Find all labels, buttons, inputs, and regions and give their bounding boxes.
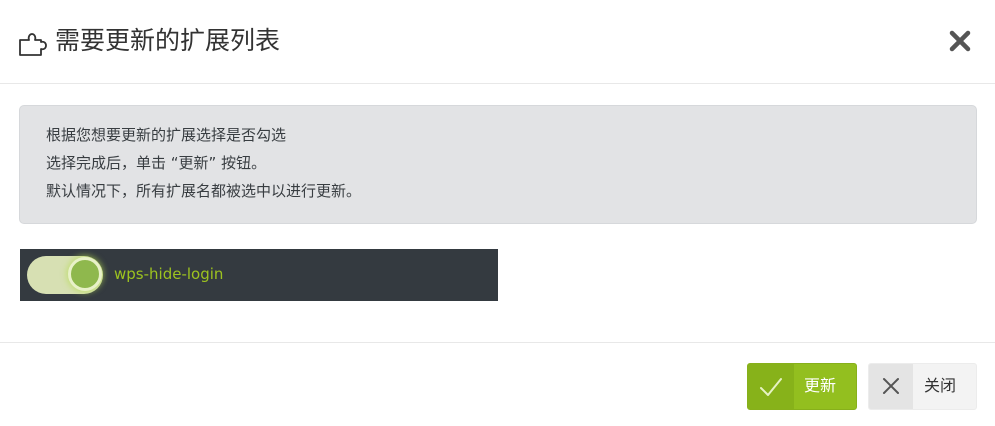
close-icon[interactable]	[944, 25, 976, 57]
update-button-label: 更新	[804, 376, 837, 395]
toggle-knob	[68, 257, 102, 291]
dialog-title: 需要更新的扩展列表	[55, 26, 281, 55]
puzzle-icon	[19, 33, 47, 56]
info-alert: 根据您想要更新的扩展选择是否勾选 选择完成后，单击 “更新” 按钮。 默认情况下…	[19, 105, 977, 224]
footer-divider	[0, 342, 995, 343]
close-button[interactable]: 关闭	[868, 363, 977, 410]
close-button-label: 关闭	[924, 376, 957, 395]
extension-toggle[interactable]	[27, 256, 103, 294]
update-extensions-dialog: 需要更新的扩展列表 根据您想要更新的扩展选择是否勾选 选择完成后，单击 “更新”…	[0, 0, 995, 426]
close-icon	[883, 378, 899, 394]
check-icon	[760, 378, 782, 396]
info-line: 根据您想要更新的扩展选择是否勾选	[46, 126, 287, 144]
info-line: 默认情况下，所有扩展名都被选中以进行更新。	[46, 182, 362, 200]
info-line: 选择完成后，单击 “更新” 按钮。	[46, 154, 267, 172]
update-icon-zone	[748, 364, 794, 409]
update-button[interactable]: 更新	[747, 363, 857, 410]
extension-name: wps-hide-login	[114, 265, 224, 283]
extension-row: wps-hide-login	[20, 249, 498, 301]
dialog-header: 需要更新的扩展列表	[0, 0, 995, 84]
close-icon-zone	[869, 364, 913, 409]
